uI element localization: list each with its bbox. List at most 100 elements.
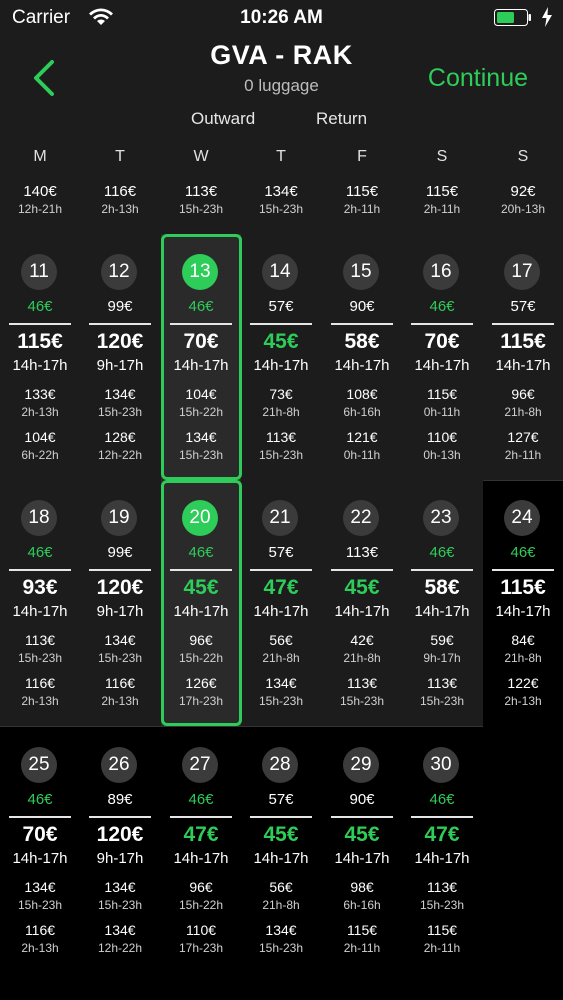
best-time: 14h-17h bbox=[253, 603, 309, 620]
day-cell-12[interactable]: 12 99€ 120€ 9h-17h 134€ 15h-23h 128€ 12h-22h bbox=[80, 234, 160, 480]
day-cell-19[interactable]: 19 99€ 120€ 9h-17h 134€ 15h-23h 116€ 2h-13h bbox=[80, 480, 160, 726]
option-price: 134€ bbox=[265, 922, 297, 938]
option-price: 104€ bbox=[24, 429, 56, 445]
option-price: 134€ bbox=[104, 922, 136, 938]
day-cell-24[interactable]: 24 46€ 115€ 14h-17h 84€ 21h-8h 122€ 2h-13h bbox=[483, 480, 563, 726]
best-time: 14h-17h bbox=[12, 850, 68, 867]
divider bbox=[9, 569, 71, 571]
continue-button[interactable]: Continue bbox=[428, 64, 528, 93]
partial-day-cell[interactable]: 115€ 2h-11h bbox=[322, 176, 402, 234]
partial-day-cell[interactable]: 92€ 20h-13h bbox=[483, 176, 563, 234]
day-cell-22[interactable]: 22 113€ 45€ 14h-17h 42€ 21h-8h 113€ 15h-23h bbox=[322, 480, 402, 726]
best-time: 14h-17h bbox=[253, 850, 309, 867]
day-time: 2h-11h bbox=[343, 202, 381, 216]
option-price: 96€ bbox=[511, 386, 535, 402]
day-time: 2h-13h bbox=[101, 202, 139, 216]
day-cell-14[interactable]: 14 57€ 45€ 14h-17h 73€ 21h-8h 113€ 15h-23h bbox=[241, 234, 321, 480]
divider bbox=[492, 323, 554, 325]
day-number: 14 bbox=[262, 254, 298, 290]
day-cell-23[interactable]: 23 46€ 58€ 14h-17h 59€ 9h-17h 113€ 15h-23h bbox=[402, 480, 482, 726]
partial-day-cell[interactable]: 134€ 15h-23h bbox=[241, 176, 321, 234]
option-price: 134€ bbox=[265, 675, 297, 691]
best-time: 14h-17h bbox=[495, 357, 551, 374]
day-number: 25 bbox=[21, 747, 57, 783]
option-time: 0h-13h bbox=[423, 448, 461, 462]
outward-price: 46€ bbox=[510, 544, 536, 561]
week-row: 18 46€ 93€ 14h-17h 113€ 15h-23h 116€ 2h-13h 19 99… bbox=[0, 480, 563, 727]
option-time: 21h-8h bbox=[504, 405, 542, 419]
divider bbox=[492, 569, 554, 571]
weekday-label: W bbox=[193, 148, 209, 165]
partial-day-cell[interactable]: 140€ 12h-21h bbox=[0, 176, 80, 234]
day-number: 29 bbox=[343, 747, 379, 783]
divider bbox=[89, 569, 151, 571]
day-cell-25[interactable]: 25 46€ 70€ 14h-17h 134€ 15h-23h 116€ 2h-13h bbox=[0, 727, 80, 973]
weekday-label: S bbox=[436, 148, 448, 165]
best-price: 47€ bbox=[263, 576, 299, 599]
best-time: 9h-17h bbox=[96, 850, 144, 867]
option-time: 15h-23h bbox=[97, 405, 143, 419]
day-number: 19 bbox=[101, 500, 137, 536]
tab-return[interactable]: Return bbox=[316, 109, 367, 129]
weekday-label: S bbox=[517, 148, 529, 165]
day-cell-18[interactable]: 18 46€ 93€ 14h-17h 113€ 15h-23h 116€ 2h-13h bbox=[0, 480, 80, 726]
outward-price: 46€ bbox=[27, 298, 53, 315]
day-price: 116€ bbox=[103, 183, 137, 200]
option-time: 15h-23h bbox=[258, 941, 304, 955]
partial-day-cell[interactable]: 116€ 2h-13h bbox=[80, 176, 160, 234]
option-price: 98€ bbox=[350, 879, 374, 895]
best-time: 14h-17h bbox=[334, 603, 390, 620]
day-cell-29[interactable]: 29 90€ 45€ 14h-17h 98€ 6h-16h 115€ 2h-11h bbox=[322, 727, 402, 973]
best-price: 120€ bbox=[96, 823, 144, 846]
selected-day-outline bbox=[161, 234, 242, 480]
option-price: 59€ bbox=[430, 632, 454, 648]
day-cell-16[interactable]: 16 46€ 70€ 14h-17h 115€ 0h-11h 110€ 0h-13h bbox=[402, 234, 482, 480]
divider bbox=[250, 323, 312, 325]
option-time: 15h-23h bbox=[419, 898, 465, 912]
option-price: 116€ bbox=[104, 675, 136, 691]
option-time: 15h-23h bbox=[97, 898, 143, 912]
day-cell-15[interactable]: 15 90€ 58€ 14h-17h 108€ 6h-16h 121€ 0h-11h bbox=[322, 234, 402, 480]
option-time: 15h-22h bbox=[178, 898, 224, 912]
option-time: 9h-17h bbox=[423, 651, 461, 665]
option-price: 113€ bbox=[426, 675, 458, 691]
best-price: 47€ bbox=[424, 823, 460, 846]
best-time: 14h-17h bbox=[495, 603, 551, 620]
day-cell-27[interactable]: 27 46€ 47€ 14h-17h 96€ 15h-22h 110€ 17h-23h bbox=[161, 727, 241, 973]
day-cell-30[interactable]: 30 46€ 47€ 14h-17h 113€ 15h-23h 115€ 2h-11h bbox=[402, 727, 482, 973]
day-cell-11[interactable]: 11 46€ 115€ 14h-17h 133€ 2h-13h 104€ 6h-22h bbox=[0, 234, 80, 480]
tab-outward[interactable]: Outward bbox=[191, 109, 255, 129]
option-price: 73€ bbox=[269, 386, 293, 402]
option-time: 6h-16h bbox=[343, 898, 381, 912]
option-time: 2h-11h bbox=[504, 448, 542, 462]
best-time: 14h-17h bbox=[414, 850, 470, 867]
best-price: 70€ bbox=[22, 823, 58, 846]
day-cell-21[interactable]: 21 57€ 47€ 14h-17h 56€ 21h-8h 134€ 15h-23h bbox=[241, 480, 321, 726]
option-price: 134€ bbox=[104, 879, 136, 895]
best-time: 14h-17h bbox=[414, 603, 470, 620]
option-price: 108€ bbox=[346, 386, 378, 402]
option-time: 2h-13h bbox=[21, 941, 59, 955]
weekday-label: T bbox=[115, 148, 125, 165]
best-price: 93€ bbox=[22, 576, 58, 599]
day-time: 2h-11h bbox=[423, 202, 461, 216]
best-price: 115€ bbox=[500, 330, 546, 353]
day-cell-26[interactable]: 26 89€ 120€ 9h-17h 134€ 15h-23h 134€ 12h-22h bbox=[80, 727, 160, 973]
status-time: 10:26 AM bbox=[240, 7, 323, 28]
outward-price: 57€ bbox=[268, 298, 294, 315]
day-cell-28[interactable]: 28 57€ 45€ 14h-17h 56€ 21h-8h 134€ 15h-23h bbox=[241, 727, 321, 973]
day-number: 17 bbox=[504, 254, 540, 290]
partial-day-cell[interactable]: 115€ 2h-11h bbox=[402, 176, 482, 234]
weekday-label: T bbox=[276, 148, 286, 165]
charging-bolt-icon bbox=[542, 7, 552, 27]
day-number: 30 bbox=[423, 747, 459, 783]
option-price: 113€ bbox=[346, 675, 378, 691]
outward-price: 99€ bbox=[107, 298, 133, 315]
partial-day-cell[interactable]: 113€ 15h-23h bbox=[161, 176, 241, 234]
option-price: 134€ bbox=[104, 632, 136, 648]
option-price: 42€ bbox=[350, 632, 374, 648]
day-price: 140€ bbox=[23, 183, 57, 200]
divider bbox=[9, 323, 71, 325]
day-cell-17[interactable]: 17 57€ 115€ 14h-17h 96€ 21h-8h 127€ 2h-11h bbox=[483, 234, 563, 480]
best-price: 58€ bbox=[344, 330, 380, 353]
